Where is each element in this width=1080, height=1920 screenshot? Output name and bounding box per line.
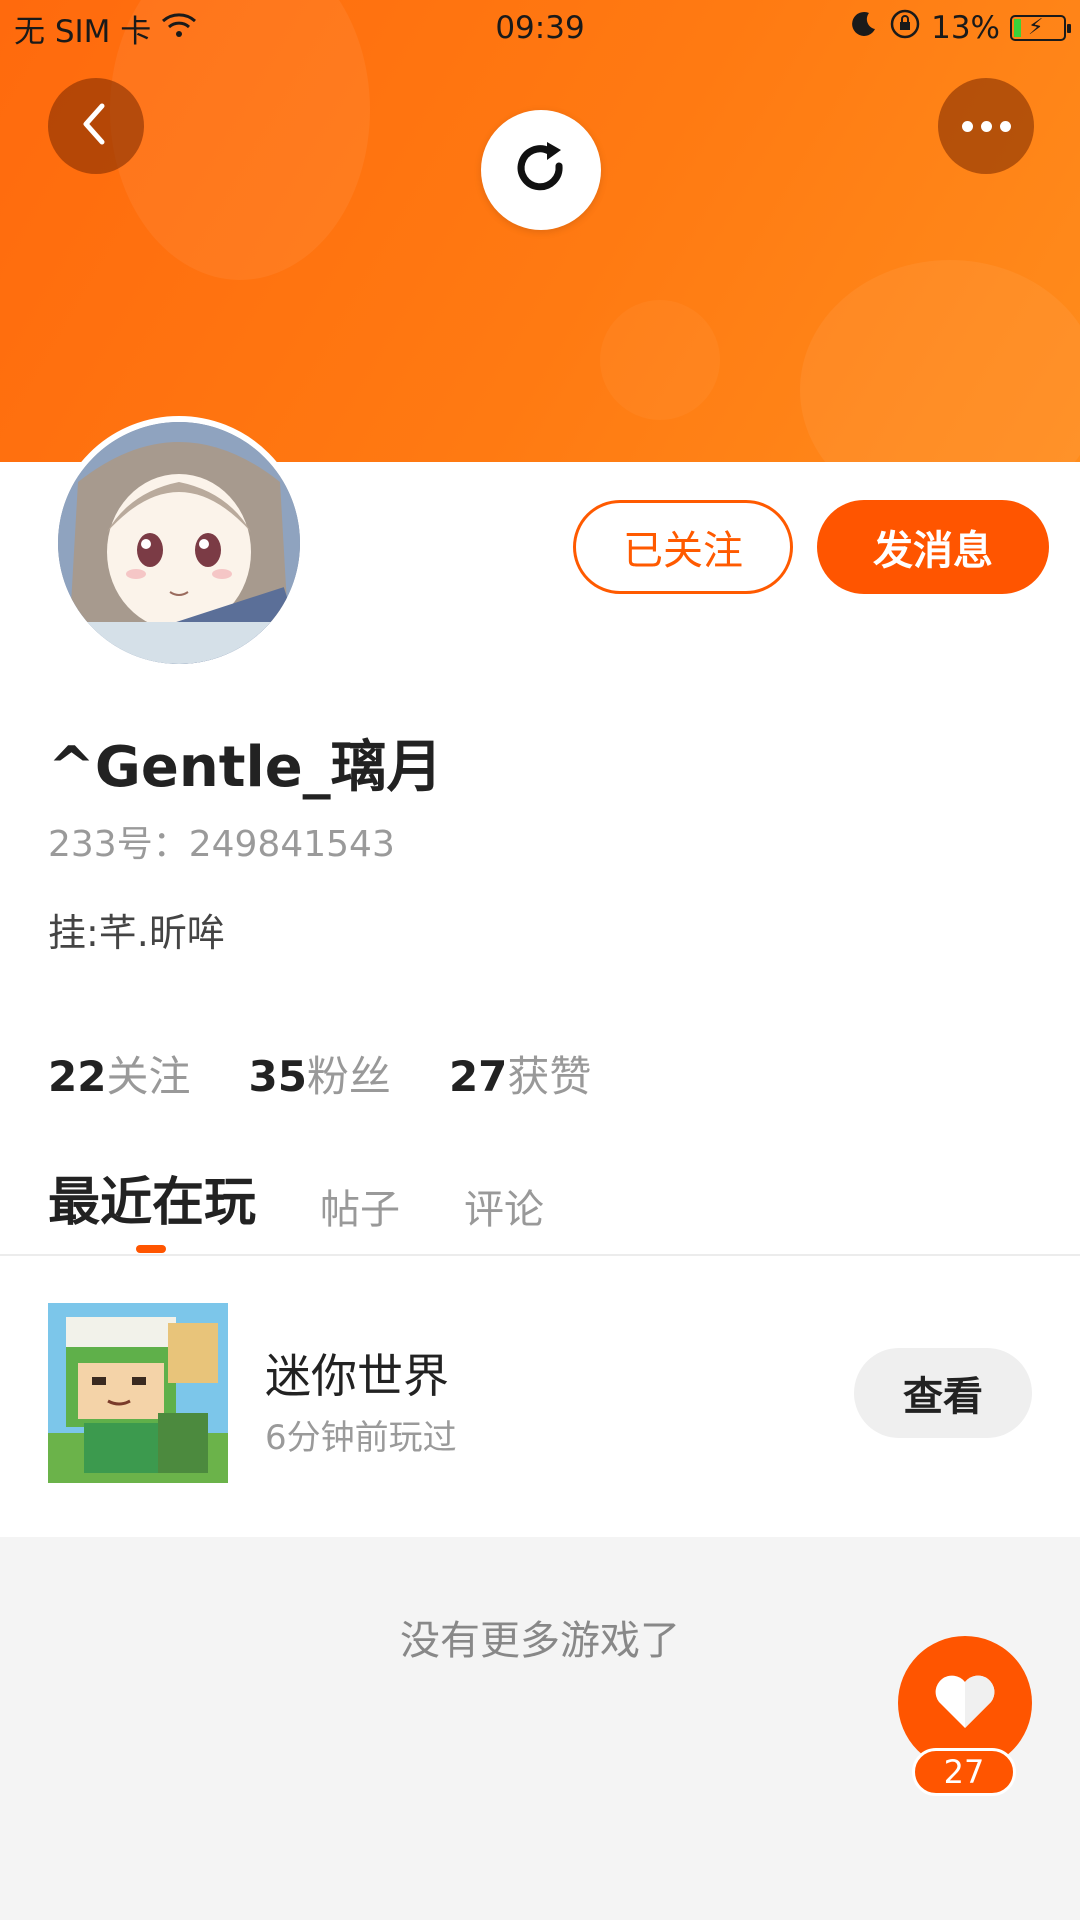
stat-label: 粉丝 xyxy=(306,1052,391,1101)
like-count: 27 xyxy=(912,1748,1016,1796)
wifi-icon xyxy=(159,9,199,47)
profile-tabs: 最近在玩 帖子 评论 xyxy=(48,1160,544,1235)
chevron-left-icon xyxy=(76,102,116,150)
refresh-icon xyxy=(509,136,573,204)
profile-banner xyxy=(0,0,1080,462)
user-bio: 挂:芊.昕哞 xyxy=(48,911,225,955)
stat-number: 35 xyxy=(248,1052,307,1101)
followed-button[interactable]: 已关注 xyxy=(573,500,793,594)
more-dots-icon xyxy=(999,120,1011,132)
stat-followers[interactable]: 35粉丝 xyxy=(248,1043,390,1104)
username: ^Gentle_璃月 xyxy=(48,735,443,800)
stats-row: 22关注 35粉丝 27获赞 xyxy=(48,1043,591,1104)
stat-number: 22 xyxy=(48,1052,107,1101)
game-name: 迷你世界 xyxy=(265,1349,449,1403)
user-id: 233号：249841543 xyxy=(48,824,395,865)
send-message-button[interactable]: 发消息 xyxy=(817,500,1049,594)
more-button[interactable] xyxy=(938,78,1034,174)
moon-icon xyxy=(849,9,879,47)
tab-comments[interactable]: 评论 xyxy=(464,1177,544,1235)
carrier-label: 无 SIM 卡 xyxy=(14,13,152,50)
refresh-button[interactable] xyxy=(481,110,601,230)
stat-likes[interactable]: 27获赞 xyxy=(449,1043,591,1104)
more-dots-icon xyxy=(980,120,992,132)
rotation-lock-icon xyxy=(889,8,921,48)
back-button[interactable] xyxy=(48,78,144,174)
game-icon-mini-world[interactable] xyxy=(48,1303,228,1483)
view-game-button[interactable]: 查看 xyxy=(854,1348,1032,1438)
game-played-time: 6分钟前玩过 xyxy=(265,1418,457,1458)
stat-following[interactable]: 22关注 xyxy=(48,1043,190,1104)
status-bar: 无 SIM 卡 09:39 13% ⚡ xyxy=(0,0,1080,56)
stat-label: 关注 xyxy=(106,1052,191,1101)
more-dots-icon xyxy=(961,120,973,132)
battery-icon: ⚡ xyxy=(1010,15,1071,41)
battery-percent: 13% xyxy=(931,10,1000,46)
tab-posts[interactable]: 帖子 xyxy=(320,1177,400,1235)
banner-decoration xyxy=(800,260,1080,462)
divider xyxy=(0,1254,1080,1256)
heart-icon xyxy=(933,1672,997,1734)
banner-decoration xyxy=(600,300,720,420)
stat-label: 获赞 xyxy=(507,1052,592,1101)
status-time: 09:39 xyxy=(495,10,585,46)
tab-recently-played[interactable]: 最近在玩 xyxy=(48,1160,256,1235)
tab-indicator xyxy=(136,1245,166,1253)
avatar[interactable] xyxy=(52,416,306,670)
stat-number: 27 xyxy=(448,1052,508,1101)
